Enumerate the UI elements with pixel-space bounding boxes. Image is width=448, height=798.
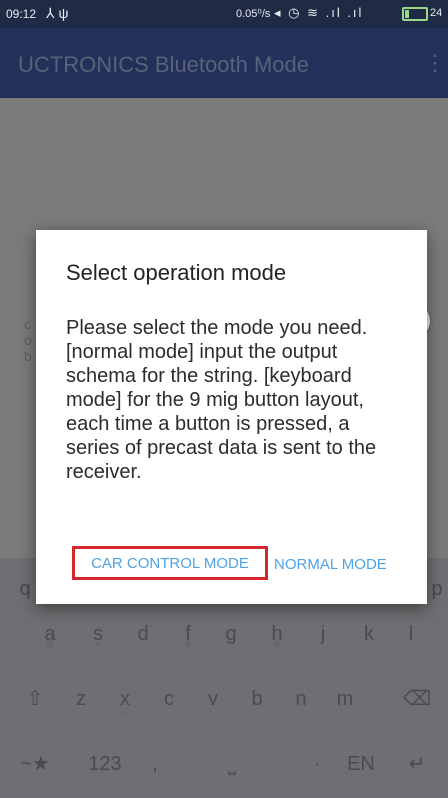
key-label: k bbox=[364, 623, 374, 645]
key-label: j bbox=[320, 623, 326, 645]
battery-icon bbox=[402, 7, 428, 21]
keyboard-row-3: ⇧ z x _ c v b n m ⌫ bbox=[0, 668, 448, 728]
key[interactable]: 123 bbox=[86, 743, 124, 785]
normal-mode-button[interactable]: NORMAL MODE bbox=[274, 556, 387, 573]
key-label: , bbox=[152, 753, 158, 775]
battery-level: 24 bbox=[430, 7, 443, 19]
key-label: m bbox=[336, 688, 354, 710]
dialog-message: Please select the mode you need.[normal … bbox=[66, 317, 377, 483]
app-title: UCTRONICS Bluetooth Mode bbox=[18, 52, 309, 77]
network-speed: 0.05⁰/s bbox=[236, 8, 271, 20]
keyboard-row-2: a @ s # d f & g * h% j k l bbox=[0, 603, 448, 663]
key-label: z bbox=[76, 688, 86, 710]
key-label: v bbox=[208, 688, 218, 710]
key[interactable]: f & bbox=[169, 613, 207, 655]
key[interactable]: b bbox=[238, 678, 276, 720]
key[interactable]: · bbox=[298, 743, 336, 785]
key[interactable]: ↵ bbox=[398, 743, 436, 785]
key[interactable]: d bbox=[124, 613, 162, 655]
key-label: n bbox=[295, 688, 307, 710]
key[interactable]: , bbox=[136, 743, 174, 785]
keyboard-row-4: ~★ 123, ⎵ 0 · EN ↵ bbox=[0, 733, 448, 793]
key[interactable]: k bbox=[350, 613, 388, 655]
key[interactable]: x _ bbox=[106, 678, 144, 720]
key[interactable]: v bbox=[194, 678, 232, 720]
key[interactable]: c bbox=[150, 678, 188, 720]
key-sublabel: # bbox=[95, 640, 101, 649]
background-text-fragment: c o b bbox=[24, 316, 32, 364]
key-sublabel: & bbox=[185, 640, 191, 649]
key[interactable]: z bbox=[62, 678, 100, 720]
status-bar: 09:12 ⅄ ψ 0.05⁰/s ◂ ◷ ≋ .ıl .ıl 24 bbox=[0, 0, 448, 28]
status-time: 09:12 bbox=[6, 7, 37, 21]
dialog-title: Select operation mode bbox=[66, 260, 287, 285]
key-sublabel: 0 bbox=[229, 770, 235, 779]
key-label: c bbox=[164, 688, 174, 710]
key[interactable]: n bbox=[282, 678, 320, 720]
key-sublabel: % bbox=[273, 640, 281, 649]
key-sublabel: @ bbox=[45, 640, 55, 649]
notification-icons: ⅄ ψ bbox=[46, 5, 69, 21]
key-label: d bbox=[137, 623, 149, 645]
key-label: EN bbox=[347, 753, 375, 775]
overflow-menu-icon[interactable]: ⋮ bbox=[424, 50, 446, 76]
key-sublabel: _ bbox=[122, 705, 128, 714]
key[interactable]: EN bbox=[342, 743, 380, 785]
key[interactable]: m bbox=[326, 678, 364, 720]
key-label: ↵ bbox=[408, 753, 426, 775]
app-bar: UCTRONICS Bluetooth Mode ⋮ bbox=[0, 28, 448, 98]
key[interactable]: l bbox=[392, 613, 430, 655]
key[interactable]: h% bbox=[258, 613, 296, 655]
select-mode-dialog: Select operation mode Please select the … bbox=[36, 230, 427, 604]
car-control-mode-button[interactable]: CAR CONTROL MODE bbox=[72, 546, 268, 580]
signal-icons: ◂ ◷ ≋ .ıl .ıl bbox=[274, 5, 364, 20]
key[interactable]: ⇧ bbox=[16, 678, 54, 720]
key[interactable]: ⎵ 0 bbox=[200, 743, 264, 785]
key[interactable]: a @ bbox=[31, 613, 69, 655]
key[interactable]: s # bbox=[79, 613, 117, 655]
key[interactable]: j bbox=[304, 613, 342, 655]
key[interactable]: ~★ bbox=[16, 743, 54, 785]
key-label: · bbox=[313, 753, 321, 775]
key-label: ⌫ bbox=[402, 688, 432, 710]
key[interactable]: g * bbox=[212, 613, 250, 655]
key-label: l bbox=[408, 623, 414, 645]
key-sublabel: * bbox=[229, 640, 233, 649]
key-label: ⇧ bbox=[26, 688, 44, 710]
key-label: 123 bbox=[88, 753, 122, 775]
key-label: ~★ bbox=[20, 753, 50, 775]
key-label: b bbox=[251, 688, 263, 710]
key[interactable]: ⌫ bbox=[398, 678, 436, 720]
